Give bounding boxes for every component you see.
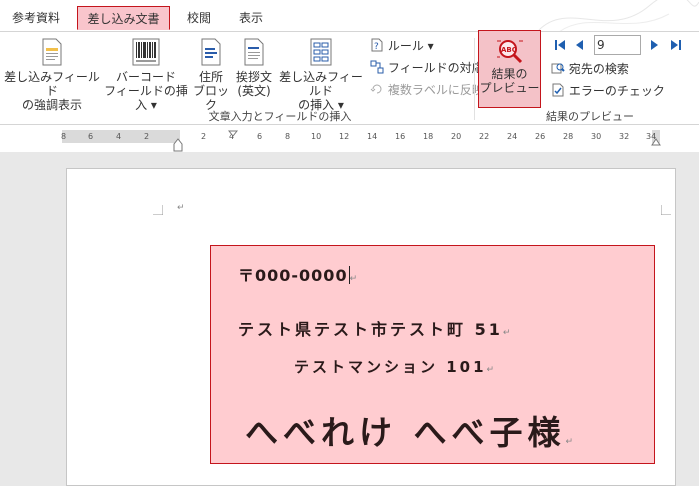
match-fields-label: フィールドの対応	[387, 61, 484, 75]
first-record-icon[interactable]	[553, 38, 567, 52]
document-highlight-icon	[42, 38, 62, 66]
record-number-input[interactable]: 9	[594, 35, 641, 55]
greeting-line-label-2: (英文)	[237, 84, 271, 98]
next-record-icon[interactable]	[649, 38, 661, 52]
page-corner-mark-left	[153, 205, 163, 215]
update-labels-icon	[370, 84, 382, 94]
postal-code-line[interactable]: 〒000-0000 ↵	[238, 262, 358, 286]
ruler-tick-label: 6	[88, 132, 94, 141]
ruler-tick-label: 6	[257, 132, 263, 141]
ruler-tick-label: 10	[311, 132, 322, 141]
rules-button[interactable]: ? ルール ▾	[370, 38, 434, 54]
barcode-label-1: バーコード	[115, 70, 176, 84]
ruler-tick-label: 18	[423, 132, 434, 141]
barcode-icon	[132, 38, 160, 66]
ruler-tick-label: 14	[367, 132, 378, 141]
insert-merge-field-label-1: 差し込みフィールド	[279, 70, 363, 98]
ruler-tick-label: 12	[339, 132, 350, 141]
greeting-line-label-1: 挨拶文	[235, 70, 272, 84]
match-fields-icon	[370, 60, 384, 74]
ruler-tick-label: 16	[395, 132, 406, 141]
decorative-swirl	[538, 0, 699, 32]
ruler-tick-label: 24	[507, 132, 518, 141]
preview-results-label-1: 結果の	[491, 67, 528, 81]
rules-icon: ?	[371, 38, 383, 52]
match-fields-button[interactable]: フィールドの対応	[370, 60, 484, 76]
address-block-button[interactable]: 住所 ブロック	[192, 38, 230, 112]
find-recipient-button[interactable]: 宛先の検索	[551, 61, 629, 77]
ruler-tick-label: 28	[563, 132, 574, 141]
left-indent-marker[interactable]	[173, 138, 183, 152]
ribbon: 差し込みフィールド の強調表示 バーコード フィールドの挿入 ▾ 住所 ブロック	[0, 30, 699, 125]
previous-record-icon[interactable]	[573, 38, 585, 52]
preview-results-label-2: プレビュー	[479, 81, 540, 95]
ruler-tick-label: 2	[144, 132, 150, 141]
ruler-tick-label: 8	[285, 132, 291, 141]
ruler-tick-label: 32	[619, 132, 630, 141]
ruler-tick-label: 8	[61, 132, 67, 141]
ruler-tick-label: 4	[116, 132, 122, 141]
mail-merge-label[interactable]: 〒000-0000 ↵ テスト県テスト市テスト町 51↵ テストマンション 101…	[210, 245, 655, 464]
paragraph-mark: ↵	[565, 437, 579, 447]
ruler-tick-label: 26	[535, 132, 546, 141]
check-errors-button[interactable]: エラーのチェック	[551, 83, 665, 99]
tab-references[interactable]: 参考資料	[4, 6, 68, 30]
first-line-indent-marker[interactable]	[228, 130, 238, 138]
check-errors-icon	[552, 83, 564, 97]
svg-text:ABC: ABC	[501, 46, 517, 54]
paragraph-mark: ↵	[177, 203, 185, 213]
horizontal-ruler: 8 6 4 2 2 4 6 8 10 12 14 16 18 20 22 24 26 28 30 32 34	[0, 126, 699, 152]
rules-label: ルール ▾	[387, 39, 434, 53]
address-line-2-text: テストマンション 101	[294, 358, 487, 376]
address-block-label-1: 住所	[198, 70, 223, 84]
group-label-preview: 結果のプレビュー	[546, 110, 634, 123]
recipient-name-line[interactable]: へべれけ へべ子様↵	[245, 406, 578, 454]
tab-review[interactable]: 校閲	[178, 6, 220, 30]
preview-results-button[interactable]: ABC 結果の プレビュー	[478, 30, 541, 108]
tab-mailings[interactable]: 差し込み文書	[77, 6, 170, 30]
svg-text:?: ?	[374, 42, 379, 52]
recipient-name: へべれけ へべ子様	[245, 413, 566, 452]
insert-barcode-field-button[interactable]: バーコード フィールドの挿入 ▾	[100, 38, 192, 112]
check-errors-label: エラーのチェック	[568, 84, 665, 98]
address-line-1[interactable]: テスト県テスト市テスト町 51↵	[238, 316, 513, 340]
group-label-write-insert: 文章入力とフィールドの挿入	[208, 110, 352, 123]
update-labels-button[interactable]: 複数ラベルに反映	[370, 82, 484, 98]
postal-code: 〒000-0000	[238, 266, 348, 285]
paragraph-mark: ↵	[349, 274, 359, 284]
preview-magnifier-icon: ABC	[496, 40, 523, 64]
group-separator	[474, 38, 475, 120]
last-record-icon[interactable]	[669, 38, 683, 52]
insert-merge-field-icon	[310, 38, 332, 66]
ruler-tick-label: 2	[201, 132, 207, 141]
ruler-tick-label: 22	[479, 132, 490, 141]
greeting-line-button[interactable]: 挨拶文 (英文)	[232, 38, 276, 98]
tab-view[interactable]: 表示	[230, 6, 272, 30]
highlight-merge-fields-label-1: 差し込みフィールド	[4, 70, 100, 98]
address-block-icon	[201, 38, 221, 66]
page-corner-mark-right	[661, 205, 671, 215]
address-line-1-text: テスト県テスト市テスト町 51	[238, 320, 503, 339]
ruler-tick-label: 20	[451, 132, 462, 141]
find-recipient-label: 宛先の検索	[568, 62, 629, 76]
highlight-merge-fields-label-2: の強調表示	[21, 98, 82, 112]
insert-merge-field-button[interactable]: 差し込みフィールド の挿入 ▾	[276, 38, 366, 112]
ribbon-tab-bar: 参考資料 差し込み文書 校閲 表示	[0, 0, 699, 32]
right-indent-marker[interactable]	[651, 138, 661, 146]
address-line-2[interactable]: テストマンション 101↵	[294, 356, 497, 377]
highlight-merge-fields-button[interactable]: 差し込みフィールド の強調表示	[4, 38, 100, 112]
find-recipient-icon	[551, 63, 565, 74]
paragraph-mark: ↵	[486, 365, 498, 375]
update-labels-label: 複数ラベルに反映	[387, 83, 484, 97]
ruler-tick-label: 30	[591, 132, 602, 141]
greeting-line-icon	[244, 38, 264, 66]
paragraph-mark: ↵	[502, 328, 514, 338]
